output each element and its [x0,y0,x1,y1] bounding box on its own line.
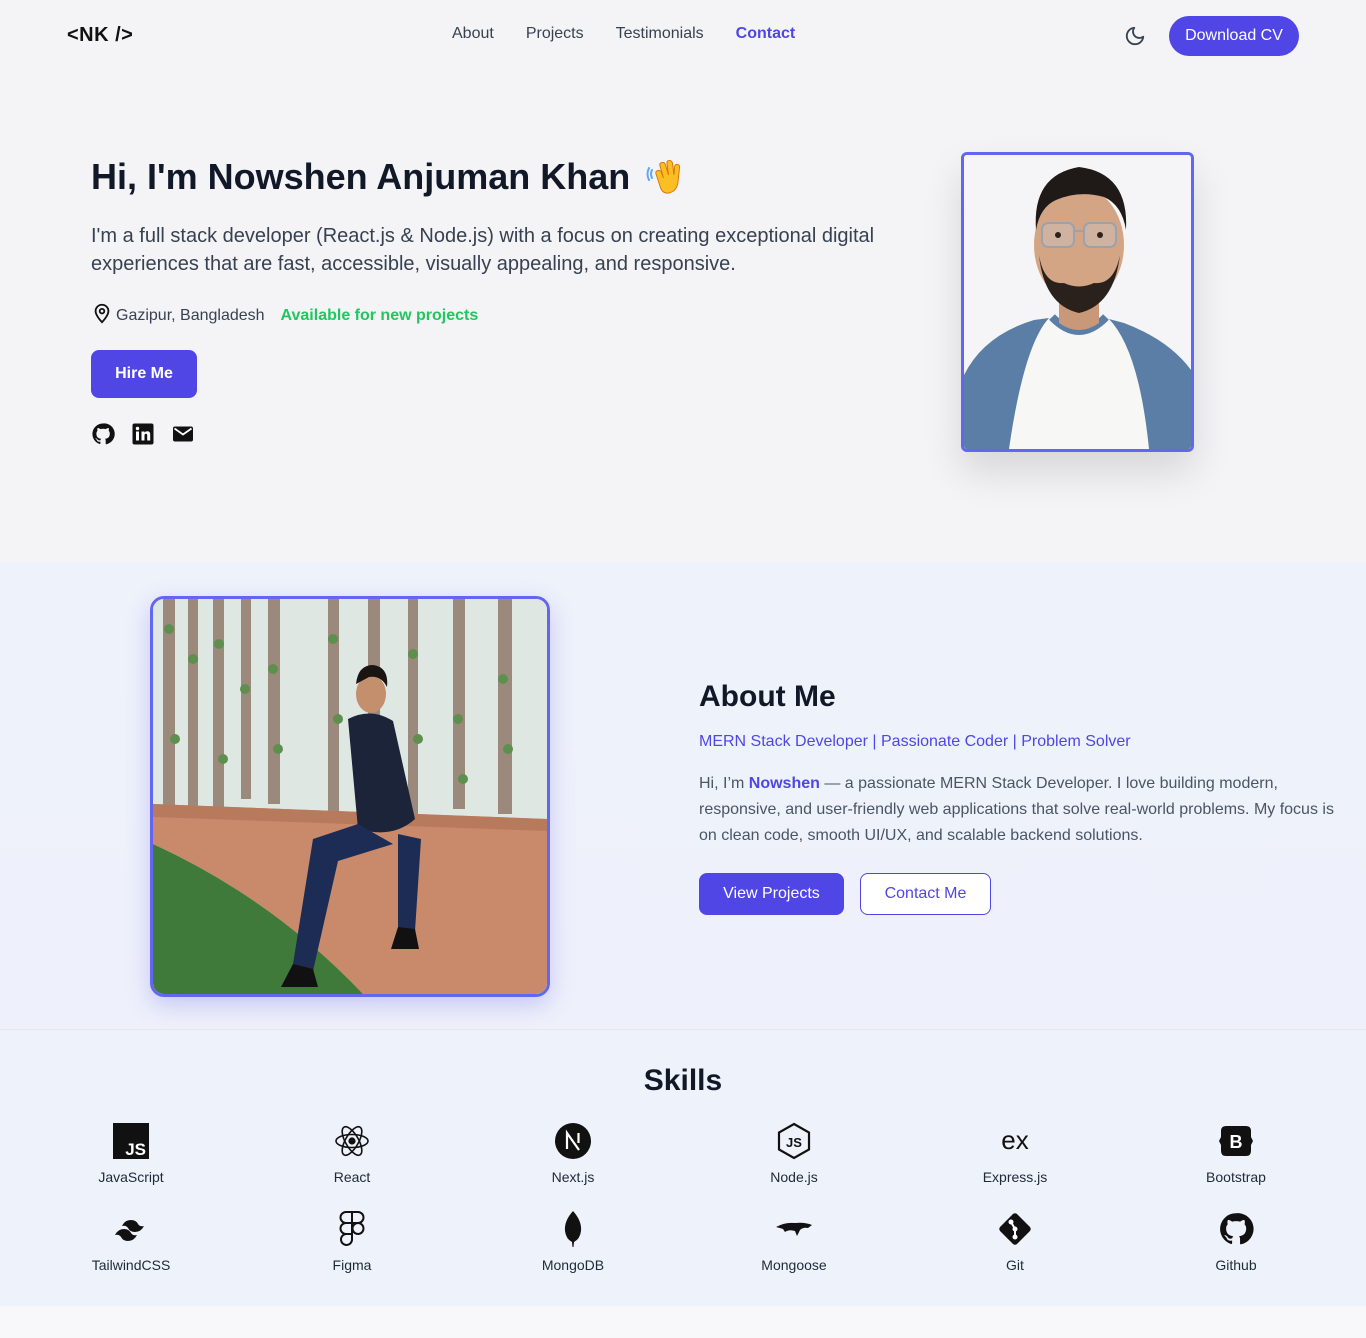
skill-label: Express.js [982,1169,1048,1185]
skill-figma: Figma [272,1209,432,1273]
git-icon [995,1209,1035,1249]
react-icon [332,1121,372,1161]
svg-text:B: B [1230,1132,1243,1152]
nextjs-icon [553,1121,593,1161]
location-pin-icon [91,302,113,329]
hero-title-row: Hi, I'm Nowshen Anjuman Khan [91,156,688,198]
hire-me-button[interactable]: Hire Me [91,350,197,398]
moon-icon[interactable] [1124,25,1146,47]
bootstrap-icon: B [1216,1121,1256,1161]
about-photo [150,596,550,997]
page-footer-strip [0,1306,1366,1338]
svg-text:JS: JS [125,1140,146,1159]
skill-label: Next.js [551,1169,595,1185]
contact-me-button[interactable]: Contact Me [860,873,991,915]
skill-react: React [272,1121,432,1185]
site-logo[interactable]: <NK /> [67,24,133,47]
hero-description: I'm a full stack developer (React.js & N… [91,225,875,275]
nodejs-icon: JS [774,1121,814,1161]
skill-express: ex Express.js [935,1121,1095,1185]
top-nav: <NK /> About Projects Testimonials Conta… [0,0,1366,72]
waving-hand-icon [646,156,688,198]
skill-label: Figma [332,1257,372,1273]
about-subtitle: MERN Stack Developer | Passionate Coder … [699,733,1131,750]
hero-title: Hi, I'm Nowshen Anjuman Khan [91,156,631,197]
tailwind-icon [111,1209,151,1249]
skill-label: Node.js [770,1169,818,1185]
skill-label: Github [1215,1257,1257,1273]
skill-javascript: JS JavaScript [51,1121,211,1185]
skill-label: Git [1006,1257,1024,1273]
figma-icon [332,1209,372,1249]
mongoose-icon [774,1209,814,1249]
view-projects-button[interactable]: View Projects [699,873,844,915]
about-text: Hi, I’m Nowshen — a passionate MERN Stac… [699,771,1344,849]
github-icon [1216,1209,1256,1249]
about-title: About Me [699,680,836,713]
availability-badge: Available for new projects [280,306,479,324]
skill-label: React [333,1169,371,1185]
social-links [91,422,195,446]
nav-link-contact[interactable]: Contact [736,25,796,43]
mongodb-icon [553,1209,593,1249]
github-icon[interactable] [91,422,115,446]
skill-label: Mongoose [761,1257,827,1273]
skill-mongodb: MongoDB [493,1209,653,1273]
skill-tailwind: TailwindCSS [51,1209,211,1273]
nav-link-about[interactable]: About [452,25,494,43]
skill-nextjs: Next.js [493,1121,653,1185]
skills-title: Skills [643,1064,723,1097]
linkedin-icon[interactable] [131,422,155,446]
location-text: Gazipur, Bangladesh [116,306,265,324]
about-section: About Me MERN Stack Developer | Passiona… [0,563,1366,1029]
express-icon: ex [995,1121,1035,1161]
svg-text:JS: JS [786,1135,802,1150]
skill-label: JavaScript [98,1169,164,1185]
skill-mongoose: Mongoose [714,1209,874,1273]
skill-label: TailwindCSS [91,1257,171,1273]
hero-meta: Gazipur, Bangladesh Available for new pr… [91,302,478,329]
profile-photo [961,152,1194,452]
skill-git: Git [935,1209,1095,1273]
mail-icon[interactable] [171,422,195,446]
download-cv-button[interactable]: Download CV [1169,16,1299,56]
nav-link-projects[interactable]: Projects [526,25,584,43]
about-text-prefix: Hi, I’m [699,775,749,792]
skill-label: MongoDB [541,1257,605,1273]
skill-label: Bootstrap [1206,1169,1266,1185]
skill-github: Github [1156,1209,1316,1273]
skill-nodejs: JS Node.js [714,1121,874,1185]
svg-text:ex: ex [1001,1125,1028,1155]
javascript-icon: JS [111,1121,151,1161]
skills-section: Skills JS JavaScript React Next.js JS No… [0,1029,1366,1306]
nav-links: About Projects Testimonials Contact [452,25,795,43]
about-name: Nowshen [748,775,820,792]
nav-link-testimonials[interactable]: Testimonials [616,25,704,43]
skill-bootstrap: B Bootstrap [1156,1121,1316,1185]
